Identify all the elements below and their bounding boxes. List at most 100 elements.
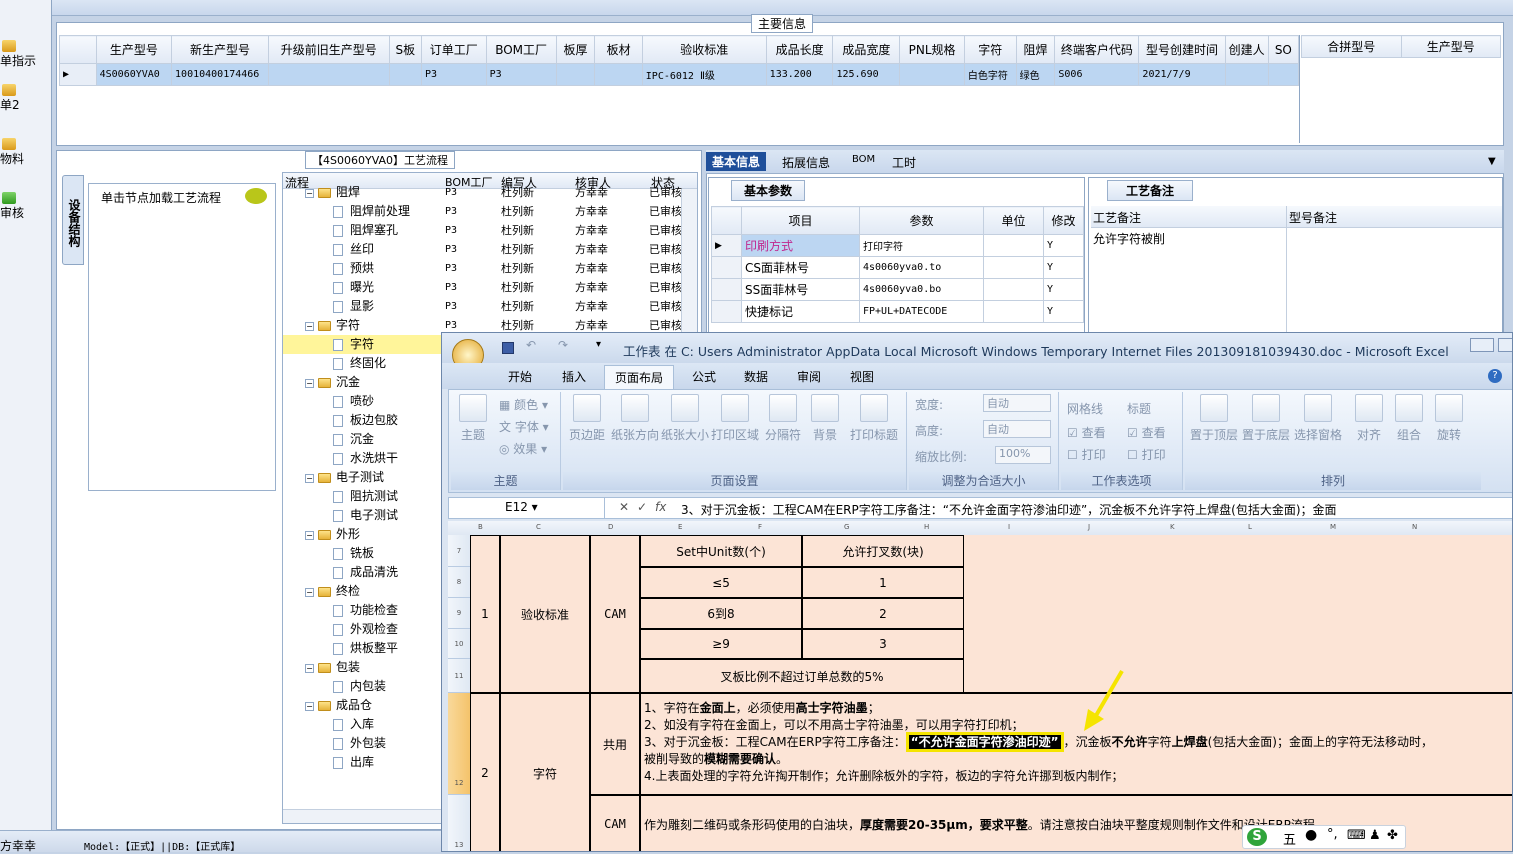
col-header[interactable]: 单位 [983, 206, 1044, 235]
tree-node-label[interactable]: 入库 [333, 715, 374, 734]
cell-row2-dept-cam[interactable]: CAM [590, 795, 640, 851]
cell[interactable] [983, 278, 1044, 301]
tree-node-label[interactable]: 阻焊前处理 [333, 202, 410, 221]
collapse-icon[interactable]: − [305, 587, 314, 597]
tree-node-label[interactable]: 板边包胶 [333, 411, 398, 430]
tree-node-label[interactable]: 内包装 [333, 677, 386, 696]
tree-node-label[interactable]: − 阻焊 [305, 183, 360, 202]
tree-node-label[interactable]: 成品清洗 [333, 563, 398, 582]
cell[interactable]: 4S0060YVA0 [95, 63, 173, 86]
cell[interactable]: Y [1043, 278, 1084, 301]
main-info-grid[interactable]: 生产型号 新生产型号 升级前旧生产型号 S板 订单工厂 BOM工厂 板厚 板材 验收标准 成品长度… [59, 35, 1300, 86]
tree-node-label[interactable]: 字符 [333, 335, 374, 354]
cell[interactable]: Y [1043, 300, 1084, 323]
tree-row[interactable]: 曝光 P3 杜列新 方幸幸 已审核 [283, 278, 682, 297]
cell[interactable]: 白色字符 [963, 63, 1017, 86]
column-letter[interactable]: J [1088, 523, 1090, 531]
redo-icon[interactable]: ↷ [558, 338, 568, 352]
tab-work-hours[interactable]: 工时 [886, 153, 922, 172]
collapse-icon[interactable]: − [305, 321, 314, 331]
tree-node-label[interactable]: 外包装 [333, 734, 386, 753]
ime-punct-icon[interactable]: °, [1327, 827, 1338, 842]
column-letter[interactable]: G [844, 523, 849, 531]
cell[interactable]: P3 [420, 63, 487, 86]
collapse-icon[interactable]: − [305, 188, 314, 198]
tab-formulas[interactable]: 公式 [692, 368, 716, 385]
col-header[interactable]: 修改 [1043, 206, 1084, 235]
process-note-text[interactable]: 允许字符被削 [1093, 230, 1165, 247]
cell[interactable]: 印刷方式 [741, 234, 860, 257]
tree-row[interactable]: 丝印 P3 杜列新 方幸幸 已审核 [283, 240, 682, 259]
nav-item-instructions[interactable]: 单指示 [0, 40, 36, 69]
minimize-button[interactable] [1470, 338, 1494, 352]
formula-input[interactable]: 3、对于沉金板：工程CAM在ERP字符工序备注：“不允许金面字符渗油印迹”，沉金… [681, 501, 1337, 518]
tab-view[interactable]: 视图 [850, 368, 874, 385]
width-select[interactable]: 自动 [983, 394, 1051, 412]
tree-node-label[interactable]: − 电子测试 [305, 468, 384, 487]
cell[interactable]: 4s0060yva0.to [859, 256, 984, 279]
cell[interactable]: CS面菲林号 [741, 256, 860, 279]
cell[interactable] [983, 300, 1044, 323]
cell[interactable]: SS面菲林号 [741, 278, 860, 301]
row-number[interactable]: 12 [448, 693, 470, 795]
col-header[interactable]: S板 [388, 35, 422, 64]
col-header[interactable]: 参数 [859, 206, 984, 235]
collapse-icon[interactable]: − [305, 530, 314, 540]
col-header[interactable]: PNL规格 [899, 35, 965, 64]
cell[interactable] [388, 63, 422, 86]
col-header[interactable]: 成品宽度 [832, 35, 901, 64]
scale-spinner[interactable]: 100% [995, 446, 1051, 464]
tree-node-label[interactable]: 显影 [333, 297, 374, 316]
function-icon[interactable]: fx [655, 500, 666, 514]
nav-item-review[interactable]: 审核 [0, 192, 24, 221]
tree-node-label[interactable]: − 包装 [305, 658, 360, 677]
themes-button[interactable]: 主题 [455, 394, 491, 443]
nav-item-2[interactable]: 单2 [0, 84, 20, 113]
col-header[interactable]: 板厚 [555, 35, 596, 64]
col-header[interactable]: 工艺备注 [1093, 209, 1141, 226]
height-select[interactable]: 自动 [983, 420, 1051, 438]
cell[interactable] [983, 234, 1044, 257]
column-letter[interactable]: M [1330, 523, 1336, 531]
cell-e12-common[interactable]: 1、字符在金面上，必须使用高士字符油墨； 2、如没有字符在金面上，可以不用高士字… [640, 693, 1512, 795]
cell-allow-header[interactable]: 允许打叉数(块) [802, 535, 964, 567]
tab-basic-info[interactable]: 基本信息 [706, 152, 767, 171]
tab-insert[interactable]: 插入 [562, 368, 586, 385]
row-selector[interactable] [711, 256, 742, 279]
row-number[interactable]: 13 [448, 795, 470, 851]
row-selector[interactable] [711, 300, 742, 323]
row-number[interactable]: 10 [448, 629, 470, 659]
tree-node-label[interactable]: 外观检查 [333, 620, 398, 639]
table-row[interactable]: 快捷标记 FP+UL+DATECODE Y [711, 300, 1084, 323]
tree-node-label[interactable]: − 沉金 [305, 373, 360, 392]
nav-item-material[interactable]: 物料 [0, 138, 24, 167]
col-header[interactable]: 验收标准 [641, 35, 767, 64]
size-button[interactable]: 纸张大小 [661, 394, 709, 443]
collapse-icon[interactable]: − [305, 473, 314, 483]
group-button[interactable]: 组合 [1391, 394, 1427, 443]
tree-node-label[interactable]: 铣板 [333, 544, 374, 563]
tree-node-label[interactable]: 水洗烘干 [333, 449, 398, 468]
tab-bom[interactable]: BOM [846, 153, 881, 166]
column-letter[interactable]: I [1008, 523, 1010, 531]
tab-page-layout[interactable]: 页面布局 [604, 365, 675, 389]
table-row[interactable]: ▶ 4S0060YVA0 10010400174466 P3 P3 IPC-6012 Ⅱ… [59, 63, 1300, 86]
effects-button[interactable]: ◎ 效果 ▾ [499, 440, 547, 457]
tree-row[interactable]: 阻焊塞孔 P3 杜列新 方幸幸 已审核 [283, 221, 682, 240]
row-number[interactable]: 9 [448, 598, 470, 629]
tab-home[interactable]: 开始 [508, 368, 532, 385]
headings-print-checkbox[interactable]: ☐ 打印 [1127, 446, 1166, 463]
restore-button[interactable] [1498, 338, 1512, 352]
column-letter[interactable]: H [924, 523, 929, 531]
ime-toolbar[interactable]: S 五 ● °, ⌨ ♟ ✤ [1242, 825, 1406, 849]
tab-extended-info[interactable]: 拓展信息 [776, 153, 836, 172]
row-selector[interactable]: ▶ [711, 234, 742, 257]
col-header[interactable]: 创建人 [1224, 35, 1269, 64]
merge-model-grid[interactable]: 合拼型号 生产型号 [1301, 35, 1501, 58]
column-letter[interactable]: L [1248, 523, 1252, 531]
align-button[interactable]: 对齐 [1351, 394, 1387, 443]
cell[interactable]: 2021/7/9 [1138, 63, 1226, 86]
col-header[interactable]: 型号创建时间 [1138, 35, 1226, 64]
tab-review[interactable]: 审阅 [797, 368, 821, 385]
cell[interactable] [899, 63, 965, 86]
